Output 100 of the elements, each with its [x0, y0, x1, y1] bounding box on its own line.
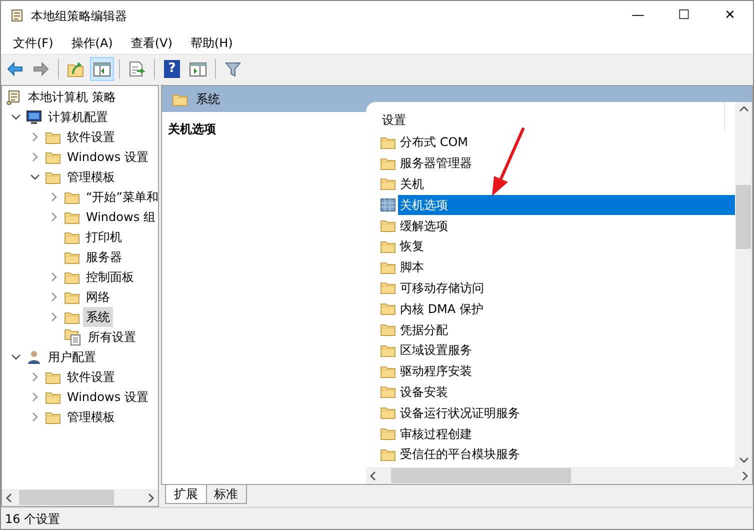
- tree-item[interactable]: Windows 设置: [64, 387, 152, 407]
- scroll-icon: [6, 89, 22, 105]
- folder-icon: [380, 260, 396, 275]
- pane-header-title: 系统: [196, 91, 220, 108]
- tree-item[interactable]: 服务器: [83, 247, 125, 267]
- tree-item[interactable]: 所有设置: [85, 327, 139, 347]
- tree-item[interactable]: “开始”菜单和: [83, 187, 158, 207]
- tree-item[interactable]: Windows 设置: [64, 147, 152, 167]
- user-icon: [26, 349, 42, 365]
- computer-icon: [26, 109, 42, 125]
- menu-item[interactable]: 查看(V): [122, 32, 180, 54]
- list-item[interactable]: 审核过程创建: [398, 424, 735, 444]
- list-item[interactable]: 分布式 COM: [398, 132, 735, 152]
- tab[interactable]: 标准: [205, 485, 247, 504]
- minimize-button[interactable]: —: [615, 1, 661, 31]
- folder-icon: [380, 280, 396, 296]
- forward-arrow-icon: [32, 60, 50, 78]
- tree-item[interactable]: 网络: [83, 287, 113, 307]
- scroll-thumb[interactable]: [19, 490, 114, 505]
- window-title: 本地组策略编辑器: [31, 8, 127, 25]
- folder-icon: [64, 190, 80, 204]
- folder-icon: [45, 130, 61, 144]
- folder-icon: [45, 370, 61, 384]
- close-button[interactable]: ✕: [707, 1, 753, 31]
- folder-icon: [45, 170, 61, 184]
- scroll-icon: [9, 8, 25, 24]
- folder-icon: [380, 156, 396, 171]
- list-item[interactable]: 可移动存储访问: [398, 278, 735, 298]
- folder-icon: [380, 426, 396, 442]
- tree-item[interactable]: 用户配置: [45, 347, 99, 367]
- folder-icon: [380, 301, 396, 316]
- tree-item[interactable]: 系统: [83, 307, 113, 327]
- pane-icon: [93, 60, 111, 78]
- folder-icon: [64, 270, 80, 284]
- scroll-left-icon: [5, 492, 13, 502]
- tree-item[interactable]: 管理模板: [64, 407, 118, 427]
- tree-item[interactable]: 软件设置: [64, 127, 118, 147]
- folder-icon: [64, 290, 80, 304]
- folder-icon: [45, 390, 61, 404]
- folder-icon: [45, 410, 61, 424]
- list-item[interactable]: 服务器管理器: [398, 153, 735, 174]
- folder-icon: [172, 92, 188, 106]
- list-item[interactable]: 设备安装: [398, 382, 735, 402]
- maximize-button[interactable]: ☐: [661, 1, 707, 31]
- tree-item[interactable]: 控制面板: [83, 267, 137, 287]
- tree-item[interactable]: 计算机配置: [45, 107, 111, 127]
- status-text: 16 个设置: [5, 510, 60, 528]
- folder-up-icon: [67, 60, 85, 78]
- menu-item[interactable]: 操作(A): [63, 32, 121, 54]
- folder-icon: [380, 176, 396, 192]
- filter-icon: [224, 60, 242, 78]
- toolbar-button[interactable]: ?: [160, 57, 184, 81]
- folder-icon: [45, 150, 61, 164]
- tree-item[interactable]: 软件设置: [64, 367, 118, 387]
- tree-item[interactable]: 打印机: [83, 227, 125, 247]
- help-icon: ?: [164, 60, 180, 78]
- folder-icon: [380, 134, 396, 150]
- scroll-right-icon: [741, 470, 749, 480]
- description-title: 关机选项: [168, 122, 216, 136]
- folder-icon: [380, 364, 396, 379]
- scroll-thumb[interactable]: [391, 468, 571, 483]
- list-item[interactable]: 缓解选项: [398, 216, 735, 236]
- scroll-left-icon: [369, 470, 377, 480]
- menu-item[interactable]: 帮助(H): [182, 32, 241, 54]
- list-item[interactable]: 受信任的平台模块服务: [398, 444, 735, 464]
- folder-icon: [64, 250, 80, 264]
- folder-icon: [64, 310, 80, 324]
- folder-icon: [380, 405, 396, 420]
- list-item[interactable]: 关机选项: [398, 194, 735, 215]
- folder-icon: [380, 446, 396, 462]
- scroll-up-icon: [738, 105, 748, 113]
- list-item[interactable]: 脚本: [398, 257, 735, 278]
- export-icon: [128, 60, 146, 78]
- folder-icon: [380, 342, 396, 358]
- settings-folder-icon: [64, 328, 82, 346]
- scroll-right-icon: [147, 492, 155, 502]
- list-item[interactable]: 设备运行状况证明服务: [398, 402, 735, 423]
- column-header[interactable]: 设置: [382, 111, 406, 129]
- tab[interactable]: 扩展: [165, 485, 207, 504]
- back-arrow-icon: [6, 60, 24, 78]
- list-item[interactable]: 关机: [398, 174, 735, 194]
- folder-icon: [380, 238, 396, 254]
- menu-item[interactable]: 文件(F): [5, 32, 62, 54]
- toolbar-button[interactable]: [90, 57, 114, 81]
- folder-icon: [380, 322, 396, 338]
- setting-icon: [380, 197, 396, 212]
- pane-icon: [189, 60, 207, 78]
- tree-item[interactable]: 本地计算机 策略: [25, 87, 119, 107]
- folder-icon: [380, 218, 396, 234]
- list-item[interactable]: 凭据分配: [398, 320, 735, 340]
- scroll-thumb[interactable]: [736, 185, 751, 249]
- folder-icon: [380, 384, 396, 400]
- list-item[interactable]: 内核 DMA 保护: [398, 298, 735, 319]
- list-item[interactable]: 区域设置服务: [398, 340, 735, 360]
- list-item[interactable]: 驱动程序安装: [398, 361, 735, 382]
- scroll-down-icon: [738, 456, 748, 464]
- list-item[interactable]: 恢复: [398, 236, 735, 256]
- tree-item[interactable]: Windows 组: [83, 207, 158, 227]
- tree-item[interactable]: 管理模板: [64, 167, 118, 187]
- folder-icon: [64, 230, 80, 244]
